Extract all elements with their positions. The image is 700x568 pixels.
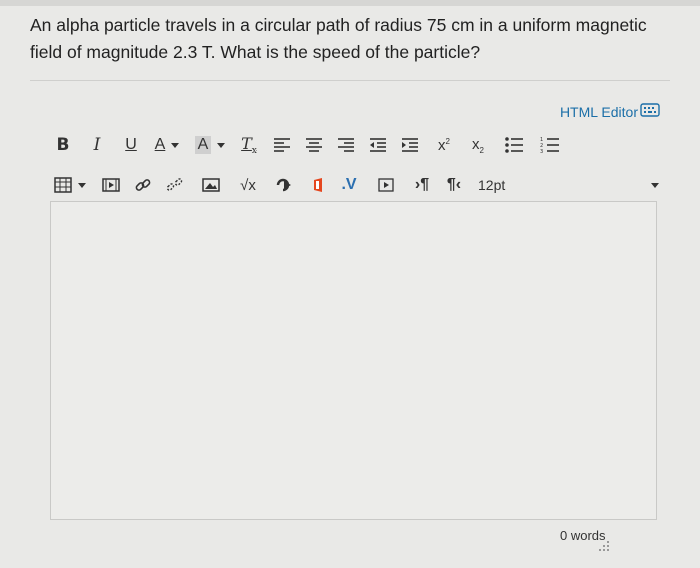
align-left-button[interactable] xyxy=(270,132,294,158)
v-icon: .V xyxy=(341,176,357,193)
ltr-icon: ›¶ xyxy=(414,176,430,193)
numbered-list-button[interactable]: 123 xyxy=(538,132,562,158)
subscript-icon: x2 xyxy=(472,135,484,155)
outdent-icon xyxy=(370,138,386,152)
link-icon xyxy=(135,179,151,191)
keyboard-icon xyxy=(640,103,660,117)
superscript-button[interactable]: x2 xyxy=(432,132,456,158)
divider xyxy=(30,80,670,81)
superscript-icon: x2 xyxy=(438,136,450,154)
unlink-icon xyxy=(166,178,183,191)
font-size-select[interactable]: 12pt xyxy=(478,172,665,198)
toolbar-row-1: B I U A A Tx x2 x2 123 xyxy=(50,131,665,159)
numbered-list-icon: 123 xyxy=(540,137,559,154)
chevron-down-icon xyxy=(171,142,180,148)
background-color-icon: A xyxy=(194,136,212,154)
subscript-button[interactable]: x2 xyxy=(466,132,490,158)
indent-icon xyxy=(402,138,418,152)
clear-formatting-icon: Tx xyxy=(241,133,257,157)
toolbar-row-2: √x .V ›¶ ¶‹ 12pt xyxy=(50,171,665,199)
clear-formatting-button[interactable]: Tx xyxy=(236,132,262,158)
bold-icon: B xyxy=(56,135,70,155)
chevron-down-icon xyxy=(217,142,226,148)
media-button[interactable] xyxy=(98,172,124,198)
resize-handle-icon[interactable] xyxy=(598,540,610,552)
media-icon xyxy=(102,178,120,192)
video-button[interactable] xyxy=(374,172,398,198)
rtl-button[interactable]: ¶‹ xyxy=(442,172,466,198)
chevron-down-icon xyxy=(78,182,86,188)
chevron-down-icon xyxy=(651,182,659,188)
text-color-button[interactable]: A xyxy=(148,132,186,158)
equation-icon: √x xyxy=(240,176,256,194)
editor-text-area[interactable] xyxy=(50,201,657,520)
table-button[interactable] xyxy=(50,172,90,198)
align-left-icon xyxy=(274,138,290,152)
text-color-icon: A xyxy=(154,136,166,153)
bold-button[interactable]: B xyxy=(50,132,76,158)
equation-button[interactable]: √x xyxy=(234,172,262,198)
font-size-value: 12pt xyxy=(478,177,506,193)
align-center-button[interactable] xyxy=(302,132,326,158)
video-icon xyxy=(378,178,394,192)
align-right-button[interactable] xyxy=(334,132,358,158)
align-center-icon xyxy=(306,138,322,152)
v-button[interactable]: .V xyxy=(334,172,364,198)
ltr-button[interactable]: ›¶ xyxy=(410,172,434,198)
image-icon xyxy=(202,178,220,192)
question-text: An alpha particle travels in a circular … xyxy=(30,15,647,62)
bullet-list-button[interactable] xyxy=(502,132,526,158)
html-editor-label: HTML Editor xyxy=(559,104,638,120)
underline-button[interactable]: U xyxy=(118,132,144,158)
italic-button[interactable]: I xyxy=(84,132,110,158)
link-button[interactable] xyxy=(130,172,156,198)
indent-button[interactable] xyxy=(398,132,422,158)
window-top-edge xyxy=(0,0,700,6)
office-icon xyxy=(314,178,322,192)
bullet-list-icon xyxy=(505,137,523,153)
rtl-icon: ¶‹ xyxy=(446,176,462,193)
html-editor-link[interactable]: HTML Editor xyxy=(559,103,660,120)
embed-icon xyxy=(276,178,291,192)
outdent-button[interactable] xyxy=(366,132,390,158)
unlink-button[interactable] xyxy=(162,172,188,198)
italic-icon: I xyxy=(93,135,101,155)
embed-button[interactable] xyxy=(272,172,296,198)
underline-icon: U xyxy=(125,136,137,153)
background-color-button[interactable]: A xyxy=(190,132,230,158)
image-button[interactable] xyxy=(198,172,224,198)
svg-text:3: 3 xyxy=(540,149,543,154)
table-icon xyxy=(54,177,72,193)
office-button[interactable] xyxy=(308,172,328,198)
align-right-icon xyxy=(338,138,354,152)
